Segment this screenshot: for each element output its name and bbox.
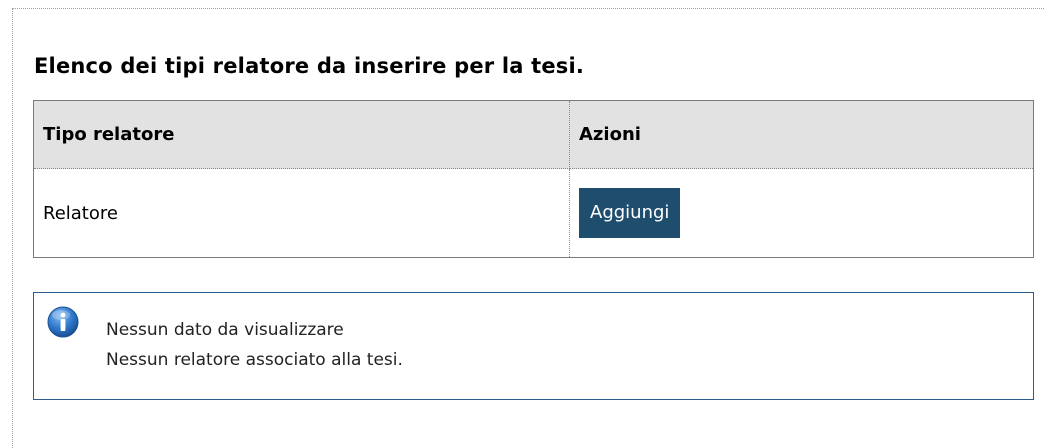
- aggiungi-button[interactable]: Aggiungi: [579, 188, 681, 238]
- column-header-azioni: Azioni: [569, 100, 1034, 169]
- info-message-line-2: Nessun relatore associato alla tesi.: [106, 350, 403, 370]
- table-header-row: Tipo relatore Azioni: [33, 100, 1034, 169]
- tipo-relatore-cell: Relatore: [33, 168, 570, 258]
- info-message-line-1: Nessun dato da visualizzare: [106, 320, 344, 340]
- info-message-text: Nessun dato da visualizzare Nessun relat…: [106, 315, 403, 375]
- info-message-box: Nessun dato da visualizzare Nessun relat…: [33, 292, 1034, 400]
- page-title: Elenco dei tipi relatore da inserire per…: [34, 54, 585, 78]
- azioni-cell: Aggiungi: [570, 169, 1034, 258]
- info-icon: [47, 306, 79, 338]
- table-row: Relatore Aggiungi: [33, 168, 1034, 258]
- relatore-table: Tipo relatore Azioni Relatore Aggiungi: [33, 100, 1034, 258]
- column-header-tipo-relatore: Tipo relatore: [33, 100, 570, 169]
